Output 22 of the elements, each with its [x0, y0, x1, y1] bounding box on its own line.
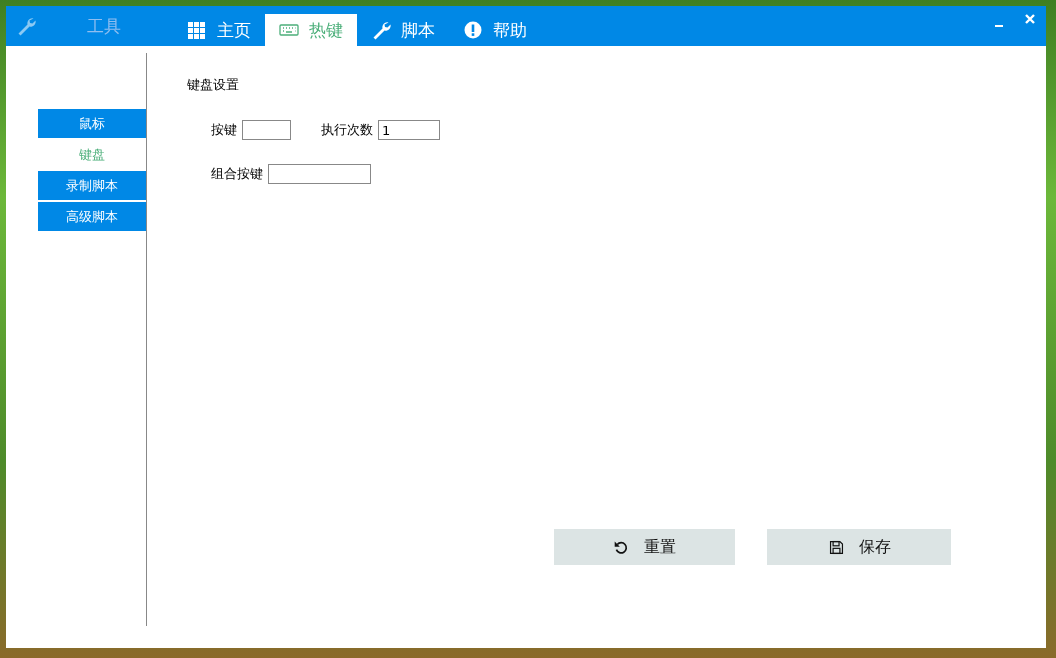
- tab[interactable]: 脚本: [357, 14, 449, 46]
- input-field[interactable]: [242, 120, 291, 140]
- grid-icon: [187, 20, 207, 40]
- input-field[interactable]: [268, 164, 371, 184]
- save-button[interactable]: 保存: [767, 529, 951, 565]
- section-title: 键盘设置: [187, 76, 240, 94]
- input-field[interactable]: 1: [378, 120, 440, 140]
- app-title: 工具: [87, 16, 121, 36]
- sidebar-item[interactable]: 鼠标: [38, 109, 146, 138]
- wrench-icon: [16, 16, 36, 36]
- field-label: 按键: [211, 121, 237, 139]
- wrench-icon: [371, 20, 391, 40]
- close-icon[interactable]: [1024, 13, 1036, 25]
- sidebar-item[interactable]: 高级脚本: [38, 202, 146, 231]
- tab[interactable]: 热键: [265, 14, 357, 46]
- tab[interactable]: 主页: [173, 14, 265, 46]
- sidebar-item[interactable]: 录制脚本: [38, 171, 146, 200]
- exclamation-icon: [463, 20, 483, 40]
- reset-button[interactable]: 重置: [554, 529, 735, 565]
- tab[interactable]: 帮助: [449, 14, 541, 46]
- field-label: 执行次数: [321, 121, 373, 139]
- field-label: 组合按键: [211, 165, 263, 183]
